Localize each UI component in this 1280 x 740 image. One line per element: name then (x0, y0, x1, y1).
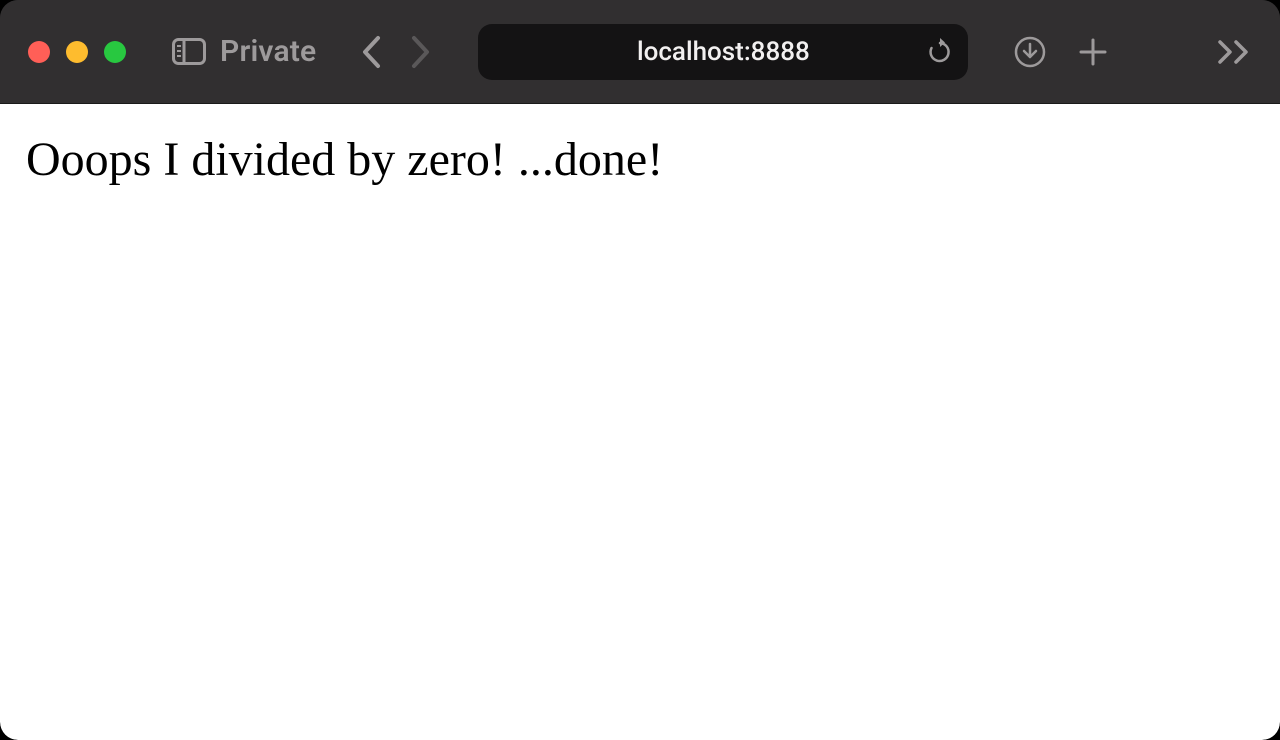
address-text: localhost:8888 (637, 37, 810, 67)
reload-icon (928, 38, 952, 66)
private-mode-label: Private (220, 34, 316, 69)
downloads-button[interactable] (1014, 36, 1046, 68)
minimize-window-button[interactable] (66, 41, 88, 63)
toolbar-overflow-button[interactable] (1216, 39, 1252, 65)
toolbar-right-controls (1014, 36, 1108, 68)
nav-buttons (360, 35, 432, 69)
forward-button[interactable] (410, 35, 432, 69)
reload-button[interactable] (928, 38, 952, 66)
page-content: Ooops I divided by zero! ...done! (0, 104, 1280, 740)
chevron-right-icon (410, 35, 432, 69)
page-body-text: Ooops I divided by zero! ...done! (26, 132, 1254, 187)
address-bar[interactable]: localhost:8888 (478, 24, 968, 80)
new-tab-button[interactable] (1078, 37, 1108, 67)
browser-window: Private localhost:8888 (0, 0, 1280, 740)
browser-toolbar: Private localhost:8888 (0, 0, 1280, 104)
back-button[interactable] (360, 35, 382, 69)
plus-icon (1078, 37, 1108, 67)
download-icon (1014, 36, 1046, 68)
close-window-button[interactable] (28, 41, 50, 63)
sidebar-icon (172, 38, 206, 65)
chevron-double-right-icon (1216, 39, 1252, 65)
maximize-window-button[interactable] (104, 41, 126, 63)
chevron-left-icon (360, 35, 382, 69)
sidebar-toggle[interactable]: Private (172, 34, 316, 69)
window-controls (28, 41, 126, 63)
